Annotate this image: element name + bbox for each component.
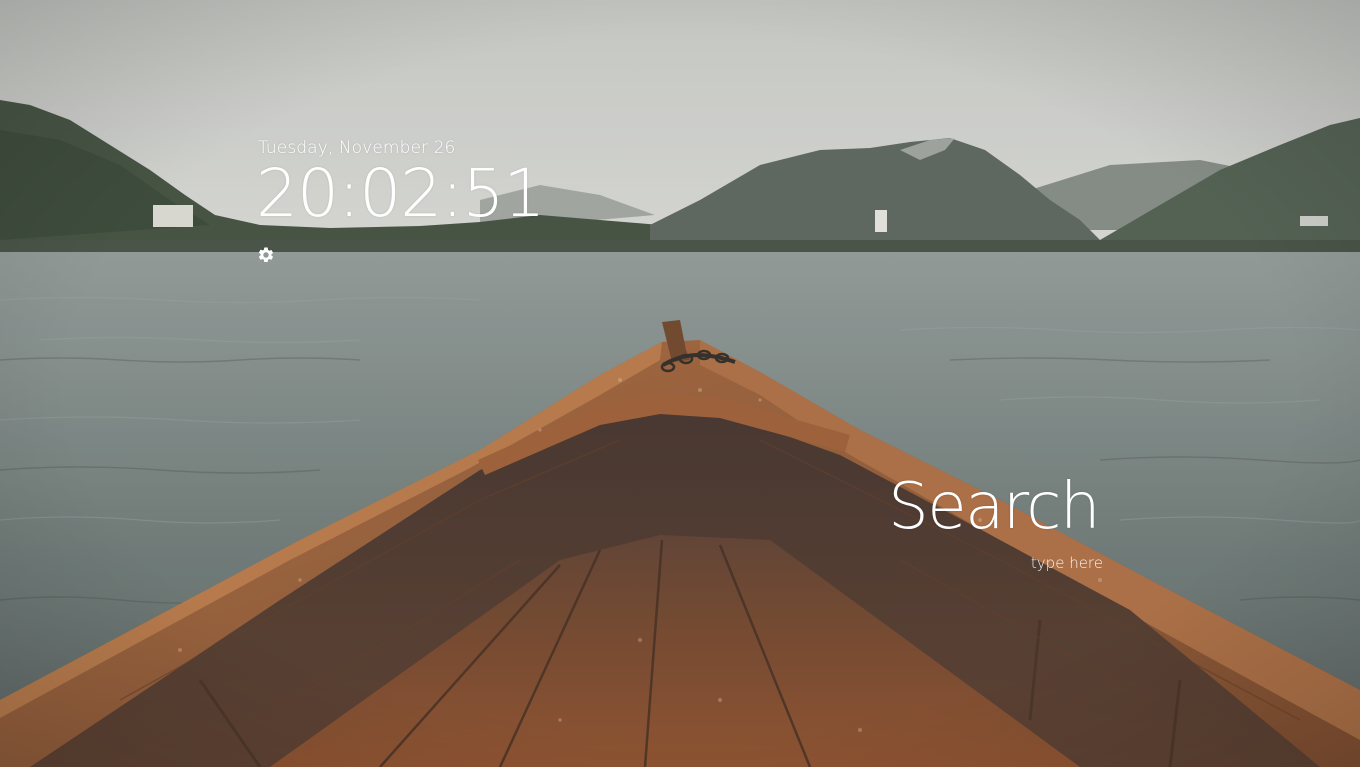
search-input[interactable] xyxy=(901,554,1105,572)
search-title: Search xyxy=(888,470,1100,544)
gear-icon[interactable] xyxy=(257,246,275,264)
background-wallpaper xyxy=(0,0,1360,767)
search-widget: Search xyxy=(880,472,1105,582)
